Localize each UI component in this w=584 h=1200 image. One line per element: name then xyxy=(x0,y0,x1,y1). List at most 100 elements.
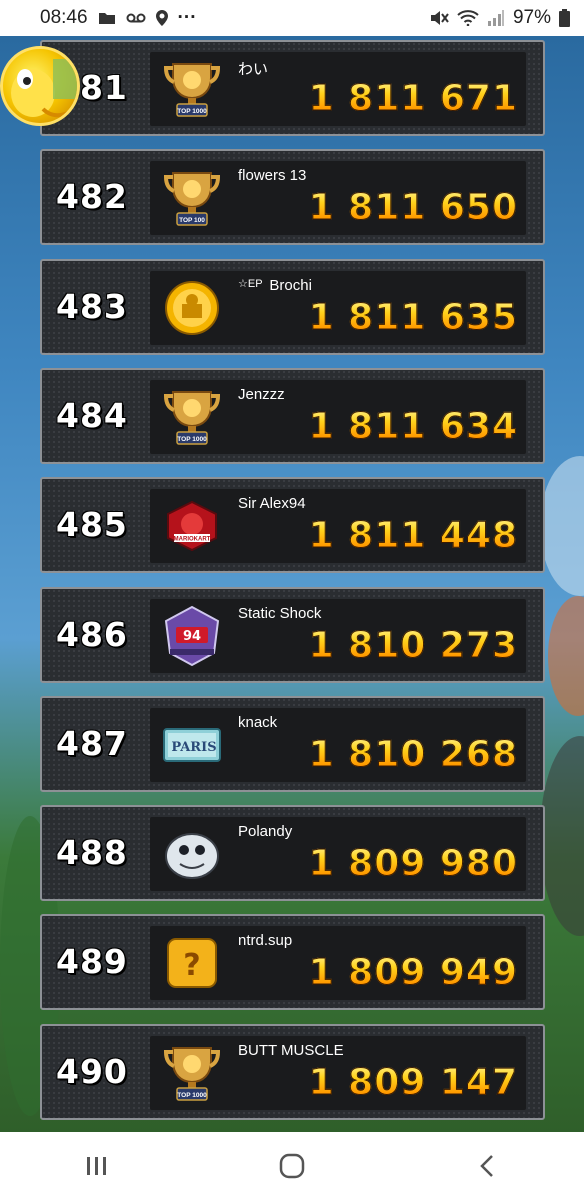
rank-number: 483 xyxy=(56,286,128,326)
player-panel: TOP 1000 わい 1 811 671 xyxy=(150,52,526,126)
leaderboard-row[interactable]: 483 ☆EP Brochi 1 811 635 xyxy=(40,258,545,355)
svg-text:TOP 1000: TOP 1000 xyxy=(177,1092,207,1099)
player-name: Polandy xyxy=(238,823,292,840)
score-value: 1 811 635 xyxy=(308,296,518,341)
player-panel: PARIS knack 1 810 268 xyxy=(150,707,526,782)
signal-icon xyxy=(487,10,505,26)
rank-number: 482 xyxy=(56,177,128,217)
number-94-emblem-icon: 94 xyxy=(162,605,222,667)
trophy-top100-icon: TOP 100 xyxy=(162,167,222,229)
mute-icon xyxy=(429,9,449,27)
player-name-text: BUTT MUSCLE xyxy=(238,1041,344,1059)
player-name: knack xyxy=(238,714,277,731)
back-button[interactable] xyxy=(457,1146,517,1186)
player-name: わい xyxy=(238,58,268,79)
player-name-text: わい xyxy=(238,61,269,78)
svg-text:PARIS: PARIS xyxy=(171,740,216,755)
score-value: 1 810 268 xyxy=(308,733,518,778)
score-value: 1 809 949 xyxy=(308,952,518,996)
player-panel: Polandy 1 809 980 xyxy=(150,817,526,892)
clock: 08:46 xyxy=(40,7,88,28)
home-icon xyxy=(279,1153,305,1179)
leaderboard-row[interactable]: 482 TOP 100 flowers 13 1 811 650 xyxy=(40,149,545,246)
dry-bones-icon xyxy=(162,823,222,885)
score-value: 1 809 147 xyxy=(308,1061,518,1106)
leaderboard-row[interactable]: 487 PARIS knack 1 810 268 xyxy=(40,695,545,792)
svg-text:MARIOKART: MARIOKART xyxy=(174,537,211,543)
leaderboard-row[interactable]: 485 MARIOKART Sir Alex94 1 811 448 xyxy=(40,477,545,574)
background-decoration xyxy=(540,736,584,936)
location-pin-icon xyxy=(155,10,168,26)
player-name-text: knack xyxy=(238,713,278,731)
status-bar: 08:46 ··· 97% xyxy=(0,0,584,36)
rank-number: 485 xyxy=(56,505,128,545)
player-panel: ☆EP Brochi 1 811 635 xyxy=(150,270,526,345)
player-name-text: Static Shock xyxy=(238,604,322,622)
trophy-top1000-icon: TOP 1000 xyxy=(162,386,222,448)
player-name-text: Sir Alex94 xyxy=(238,495,306,513)
leaderboard-row[interactable]: 490 TOP 1000 BUTT MUSCLE 1 809 147 xyxy=(40,1023,545,1120)
trophy-top1000-icon: TOP 1000 xyxy=(162,1042,222,1104)
svg-text:?: ? xyxy=(183,948,200,983)
score-value: 1 811 448 xyxy=(308,515,518,559)
voicemail-icon xyxy=(126,12,146,24)
name-prefix: ☆EP xyxy=(238,277,266,290)
wifi-icon xyxy=(457,10,479,26)
rank-number: 487 xyxy=(56,723,128,763)
home-button[interactable] xyxy=(262,1146,322,1186)
trophy-top1000-icon: TOP 1000 xyxy=(162,58,222,120)
score-value: 1 809 980 xyxy=(308,843,518,887)
leaderboard-row[interactable]: 481 TOP 1000 わい 1 811 671 xyxy=(40,40,545,136)
player-name-text: Polandy xyxy=(238,823,293,841)
score-value: 1 811 650 xyxy=(308,187,518,231)
player-name-text: flowers 13 xyxy=(238,167,307,185)
player-name: ntrd.sup xyxy=(238,932,292,949)
player-name: Jenzzz xyxy=(238,386,285,403)
leaderboard-row[interactable]: 486 94 Static Shock 1 810 273 xyxy=(40,586,545,683)
back-icon xyxy=(479,1155,493,1177)
background-decoration xyxy=(548,596,584,716)
paris-sign-icon: PARIS xyxy=(162,714,222,776)
player-name-text: ntrd.sup xyxy=(238,932,293,950)
player-panel: TOP 1000 BUTT MUSCLE 1 809 147 xyxy=(150,1035,526,1110)
rank-number: 488 xyxy=(56,833,128,873)
score-value: 1 811 671 xyxy=(308,78,518,122)
player-name: Sir Alex94 xyxy=(238,495,306,512)
background-decoration xyxy=(540,456,584,596)
player-panel: TOP 1000 Jenzzz 1 811 634 xyxy=(150,379,526,454)
svg-text:TOP 100: TOP 100 xyxy=(179,217,205,224)
rank-number: 490 xyxy=(56,1051,128,1091)
more-notifications-icon: ··· xyxy=(177,7,197,28)
leaderboard-screen[interactable]: 481 TOP 1000 わい 1 811 671 482 TOP 100 flow… xyxy=(0,36,584,1132)
player-panel: 94 Static Shock 1 810 273 xyxy=(150,598,526,673)
leaderboard-row[interactable]: 484 TOP 1000 Jenzzz 1 811 634 xyxy=(40,367,545,464)
navigation-bar xyxy=(0,1132,584,1200)
battery-icon xyxy=(559,9,570,27)
player-panel: ? ntrd.sup 1 809 949 xyxy=(150,926,526,1001)
recent-apps-button[interactable] xyxy=(67,1146,127,1186)
question-block-icon: ? xyxy=(162,932,222,994)
svg-text:TOP 1000: TOP 1000 xyxy=(177,108,207,115)
score-value: 1 810 273 xyxy=(308,624,518,669)
svg-text:94: 94 xyxy=(183,629,201,644)
folder-icon xyxy=(98,11,116,25)
player-name: BUTT MUSCLE xyxy=(238,1042,344,1059)
leaderboard-row[interactable]: 488 Polandy 1 809 980 xyxy=(40,805,545,902)
player-name: ☆EP Brochi xyxy=(238,277,312,294)
svg-text:TOP 1000: TOP 1000 xyxy=(177,436,207,443)
mariokart-tour-emblem-icon: MARIOKART xyxy=(162,495,222,557)
gold-medal-icon xyxy=(162,277,222,339)
rank-number: 489 xyxy=(56,942,128,982)
player-avatar[interactable] xyxy=(0,46,80,126)
player-name: Static Shock xyxy=(238,605,321,622)
recent-apps-icon xyxy=(87,1157,107,1175)
score-value: 1 811 634 xyxy=(308,405,518,450)
player-panel: TOP 100 flowers 13 1 811 650 xyxy=(150,161,526,236)
battery-percent: 97% xyxy=(512,7,551,28)
player-name: flowers 13 xyxy=(238,167,306,184)
rank-number: 484 xyxy=(56,395,128,435)
rank-number: 486 xyxy=(56,614,128,654)
leaderboard-row[interactable]: 489 ? ntrd.sup 1 809 949 xyxy=(40,914,545,1011)
player-panel: MARIOKART Sir Alex94 1 811 448 xyxy=(150,489,526,564)
player-name-text: Jenzzz xyxy=(238,385,285,403)
